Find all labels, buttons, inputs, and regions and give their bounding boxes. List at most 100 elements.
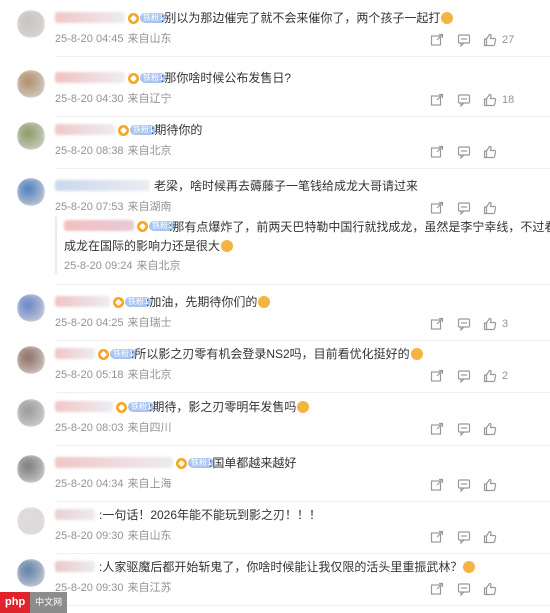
comment-text: :别以为那边催完了就不会来催你了，两个孩子一起打 <box>161 11 454 25</box>
like-button[interactable] <box>483 422 502 436</box>
username[interactable] <box>55 457 173 468</box>
avatar[interactable] <box>17 559 45 587</box>
username[interactable] <box>55 72 125 83</box>
share-icon[interactable] <box>430 582 444 596</box>
avatar[interactable] <box>17 10 45 38</box>
like-count: 2 <box>502 370 509 382</box>
comment-icon[interactable] <box>457 582 471 596</box>
comment-item: 铁粉1 :所以影之刃零有机会登录NS2吗，目前看优化挺好的 25-8-20 05… <box>0 340 550 396</box>
comment-date: 25-8-20 07:53 <box>55 201 124 213</box>
comment-meta: 25-8-20 04:45 来自山东 <box>55 33 176 46</box>
like-button[interactable] <box>483 582 502 596</box>
avatar[interactable] <box>17 294 45 322</box>
comment-meta: 25-8-20 07:53 来自湖南 <box>55 201 176 214</box>
comment-text: :加油，先期待你们的 <box>146 295 271 309</box>
comment-item: 铁粉1 :别以为那边催完了就不会来催你了，两个孩子一起打 25-8-20 04:… <box>0 4 550 60</box>
reply-text-line2: 成龙在国际的影响力还是很大 <box>64 239 234 253</box>
share-icon[interactable] <box>430 530 444 544</box>
comment-actions: 2 <box>430 369 550 383</box>
username[interactable] <box>55 401 113 412</box>
emoji-icon <box>221 240 234 252</box>
username[interactable] <box>55 509 95 520</box>
comment-actions: 18 <box>430 93 550 107</box>
like-button[interactable] <box>483 530 502 544</box>
heart-icon <box>113 296 124 308</box>
username[interactable] <box>55 124 115 135</box>
share-icon[interactable] <box>430 422 444 436</box>
watermark: php 中文网 <box>0 592 68 613</box>
like-button[interactable]: 2 <box>483 369 508 383</box>
divider <box>55 284 550 285</box>
like-button[interactable]: 18 <box>483 93 514 107</box>
comment-actions: 3 <box>430 317 550 331</box>
comment-date: 25-8-20 04:30 <box>55 93 124 105</box>
share-icon[interactable] <box>430 201 444 215</box>
comment-meta: 25-8-20 04:30 来自辽宁 <box>55 93 176 106</box>
username[interactable] <box>55 348 95 359</box>
username[interactable] <box>55 296 110 307</box>
avatar[interactable] <box>17 507 45 535</box>
comment-actions <box>430 582 550 596</box>
avatar[interactable] <box>17 122 45 150</box>
watermark-logo: php <box>0 592 31 613</box>
comment-location: 来自湖南 <box>127 201 172 213</box>
emoji-icon <box>441 12 454 24</box>
comment-icon[interactable] <box>457 478 471 492</box>
comment-date: 25-8-20 08:03 <box>55 422 124 434</box>
comment-text: :期待你的 <box>151 123 203 137</box>
comment-icon[interactable] <box>457 422 471 436</box>
emoji-icon <box>297 401 310 413</box>
comment-icon[interactable] <box>457 33 471 47</box>
like-button[interactable] <box>483 201 502 215</box>
comment-date: 25-8-20 09:30 <box>55 530 124 542</box>
share-icon[interactable] <box>430 478 444 492</box>
heart-icon <box>176 457 187 469</box>
comment-item: 铁粉1 :那你啥时候公布发售日? 25-8-20 04:30 来自辽宁 18 <box>0 64 550 120</box>
like-button[interactable] <box>483 145 502 159</box>
username[interactable] <box>55 561 95 572</box>
comment-item: 铁粉1 :期待你的 25-8-20 08:38 来自北京 <box>0 116 550 172</box>
comment-location: 来自江苏 <box>127 582 172 594</box>
reply-username[interactable] <box>64 220 134 231</box>
divider <box>55 445 550 446</box>
emoji-icon <box>463 561 476 573</box>
comment-icon[interactable] <box>457 93 471 107</box>
avatar[interactable] <box>17 455 45 483</box>
comment-icon[interactable] <box>457 530 471 544</box>
share-icon[interactable] <box>430 93 444 107</box>
comment-location: 来自北京 <box>127 369 172 381</box>
comment-icon[interactable] <box>457 145 471 159</box>
share-icon[interactable] <box>430 317 444 331</box>
username[interactable] <box>55 12 125 23</box>
like-button[interactable] <box>483 478 502 492</box>
comment-text: :一句话！2026年能不能玩到影之刃！！！ <box>99 508 322 522</box>
avatar[interactable] <box>17 346 45 374</box>
comment-text: :那你啥时候公布发售日? <box>161 71 292 85</box>
username[interactable] <box>55 180 150 191</box>
avatar[interactable] <box>17 70 45 98</box>
heart-icon <box>116 401 127 413</box>
like-button[interactable]: 3 <box>483 317 508 331</box>
comment-text: :人家驱魔后都开始斩鬼了，你啥时候能让我仅限的活头里重振武林？ <box>99 560 476 574</box>
comment-item: :一句话！2026年能不能玩到影之刃！！！ 25-8-20 09:30 来自山东 <box>0 501 550 557</box>
comment-item: 铁粉1 :国单都越来越好 25-8-20 04:34 来自上海 <box>0 449 550 505</box>
divider <box>55 56 550 57</box>
share-icon[interactable] <box>430 33 444 47</box>
avatar[interactable] <box>17 178 45 206</box>
comment-item: 铁粉1 :期待，影之刃零明年发售吗 25-8-20 08:03 来自四川 <box>0 393 550 449</box>
share-icon[interactable] <box>430 145 444 159</box>
comment-text: 老梁，啥时候再去薅藤子一笔钱给成龙大哥请过来 <box>154 179 419 193</box>
comment-actions: 27 <box>430 33 550 47</box>
comment-icon[interactable] <box>457 201 471 215</box>
comment-icon[interactable] <box>457 369 471 383</box>
emoji-icon <box>258 296 271 308</box>
avatar[interactable] <box>17 399 45 427</box>
like-button[interactable]: 27 <box>483 33 514 47</box>
comment-date: 25-8-20 04:25 <box>55 317 124 329</box>
share-icon[interactable] <box>430 369 444 383</box>
heart-icon <box>128 12 139 24</box>
comment-icon[interactable] <box>457 317 471 331</box>
comment-location: 来自四川 <box>127 422 172 434</box>
heart-icon <box>98 348 109 360</box>
like-count: 3 <box>502 318 509 330</box>
